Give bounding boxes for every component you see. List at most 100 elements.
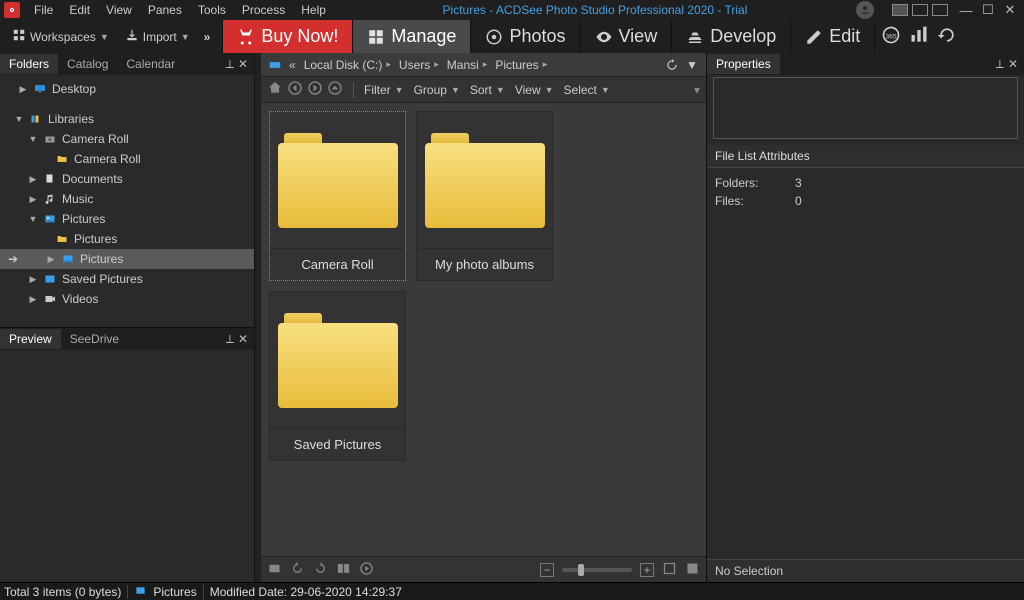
layout-presets[interactable] (888, 4, 948, 16)
folder-thumb[interactable]: My photo albums (416, 111, 553, 281)
thumb-label: My photo albums (417, 248, 552, 280)
rotate-ccw-icon[interactable] (290, 561, 305, 579)
nav-back-icon[interactable] (287, 80, 303, 99)
window-title: Pictures - ACDSee Photo Studio Professio… (334, 3, 856, 17)
tab-seedrive[interactable]: SeeDrive (61, 329, 128, 349)
filter-dropdown[interactable]: Filter▼ (364, 83, 404, 97)
menu-help[interactable]: Help (293, 1, 334, 19)
tree-music[interactable]: ▶ Music (0, 189, 254, 209)
tab-folders[interactable]: Folders (0, 54, 58, 74)
pin-icon[interactable]: ⟂ (226, 332, 234, 347)
camera-icon (42, 132, 58, 146)
rotate-cw-icon[interactable] (313, 561, 328, 579)
tab-calendar[interactable]: Calendar (117, 54, 184, 74)
mode-develop[interactable]: Develop (671, 20, 790, 53)
account-icon[interactable] (856, 1, 874, 19)
breadcrumb: « Local Disk (C:)▸ Users▸ Mansi▸ Picture… (261, 53, 706, 77)
preview-body (0, 350, 254, 582)
menu-view[interactable]: View (98, 1, 140, 19)
tab-properties[interactable]: Properties (707, 54, 780, 74)
folders-panel-tabs: Folders Catalog Calendar ⟂ ✕ (0, 53, 254, 75)
import-dropdown[interactable]: Import▼ (119, 26, 196, 47)
zoom-out-button[interactable]: − (540, 563, 554, 577)
breadcrumb-folder[interactable]: Pictures▸ (491, 58, 551, 72)
menu-tools[interactable]: Tools (190, 1, 234, 19)
close-panel-icon[interactable]: ✕ (238, 332, 248, 347)
select-dropdown[interactable]: Select▼ (564, 83, 610, 97)
zoom-slider[interactable] (562, 568, 632, 572)
tree-pictures[interactable]: ▼ Pictures (0, 209, 254, 229)
mode-manage[interactable]: Manage (352, 20, 470, 53)
thumb-label: Saved Pictures (270, 428, 405, 460)
folder-thumb[interactable]: Camera Roll (269, 111, 406, 281)
status-location: Pictures (153, 585, 196, 599)
breadcrumb-users[interactable]: Users▸ (395, 58, 443, 72)
pictures-icon (134, 585, 147, 599)
dashboard-icon[interactable] (909, 25, 929, 48)
view-dropdown[interactable]: View▼ (515, 83, 554, 97)
filter-overflow-icon[interactable]: ▾ (694, 83, 700, 97)
tree-pictures-child[interactable]: Pictures (0, 229, 254, 249)
attr-files-row: Files: 0 (715, 192, 1016, 210)
attr-folders-row: Folders: 3 (715, 174, 1016, 192)
breadcrumb-drive[interactable]: Local Disk (C:)▸ (300, 58, 395, 72)
tab-catalog[interactable]: Catalog (58, 54, 117, 74)
nav-up-icon[interactable] (327, 80, 343, 99)
home-icon[interactable] (267, 80, 283, 99)
minimize-button[interactable]: — (958, 3, 974, 18)
menu-panes[interactable]: Panes (140, 1, 190, 19)
tree-pictures-selected[interactable]: ➔ ▶ Pictures (0, 249, 254, 269)
breadcrumb-back[interactable]: « (285, 58, 300, 72)
workspaces-dropdown[interactable]: Workspaces▼ (6, 26, 115, 47)
pin-icon[interactable]: ⟂ (226, 57, 234, 72)
tree-saved-pictures[interactable]: ▶ Saved Pictures (0, 269, 254, 289)
compare-icon[interactable] (336, 561, 351, 579)
breadcrumb-user[interactable]: Mansi▸ (443, 58, 492, 72)
close-panel-icon[interactable]: ✕ (1008, 57, 1018, 72)
tab-preview[interactable]: Preview (0, 329, 61, 349)
sort-dropdown[interactable]: Sort▼ (470, 83, 505, 97)
breadcrumb-dropdown-icon[interactable]: ▼ (682, 56, 702, 74)
nav-forward-icon[interactable] (307, 80, 323, 99)
sync-icon[interactable] (937, 25, 957, 48)
tree-documents[interactable]: ▶ Documents (0, 169, 254, 189)
menu-edit[interactable]: Edit (61, 1, 98, 19)
drive-icon[interactable] (265, 56, 285, 74)
tree-libraries[interactable]: ▼ Libraries (0, 109, 254, 129)
toolbar-overflow-icon[interactable]: » (196, 20, 219, 53)
menu-process[interactable]: Process (234, 1, 293, 19)
mode-edit[interactable]: Edit (790, 20, 874, 53)
mode-365-icon[interactable]: 365 (881, 25, 901, 48)
group-dropdown[interactable]: Group▼ (414, 83, 460, 97)
properties-summary-box (713, 77, 1018, 139)
thumb-size-large-icon[interactable] (685, 561, 700, 579)
svg-text:365: 365 (886, 33, 897, 40)
import-small-icon[interactable] (267, 561, 282, 579)
close-button[interactable]: ✕ (1002, 2, 1018, 18)
video-icon (42, 292, 58, 306)
pin-icon[interactable]: ⟂ (996, 57, 1004, 72)
menu-file[interactable]: File (26, 1, 61, 19)
properties-panel: Properties ⟂ ✕ File List Attributes Fold… (706, 53, 1024, 582)
status-bar: Total 3 items (0 bytes) Pictures Modifie… (0, 582, 1024, 600)
play-icon[interactable] (359, 561, 374, 579)
app-icon (4, 2, 20, 18)
buy-now-button[interactable]: Buy Now! (222, 20, 352, 53)
thumbnails-grid: Camera Roll My photo albums Saved Pictur… (261, 103, 706, 556)
monitor-icon (32, 82, 48, 96)
maximize-button[interactable]: ☐ (980, 2, 996, 18)
zoom-in-button[interactable]: + (640, 563, 654, 577)
mode-photos[interactable]: Photos (470, 20, 579, 53)
tree-desktop[interactable]: ▶ Desktop (0, 79, 254, 99)
refresh-icon[interactable] (662, 56, 682, 74)
close-panel-icon[interactable]: ✕ (238, 57, 248, 72)
thumb-size-icon[interactable] (662, 561, 677, 579)
selection-arrow-icon: ➔ (6, 252, 20, 266)
mode-view[interactable]: View (580, 20, 672, 53)
no-selection-label: No Selection (707, 559, 1024, 582)
tree-camera-roll-child[interactable]: Camera Roll (0, 149, 254, 169)
tree-videos[interactable]: ▶ Videos (0, 289, 254, 309)
folder-icon (54, 152, 70, 166)
tree-camera-roll[interactable]: ▼ Camera Roll (0, 129, 254, 149)
folder-thumb[interactable]: Saved Pictures (269, 291, 406, 461)
